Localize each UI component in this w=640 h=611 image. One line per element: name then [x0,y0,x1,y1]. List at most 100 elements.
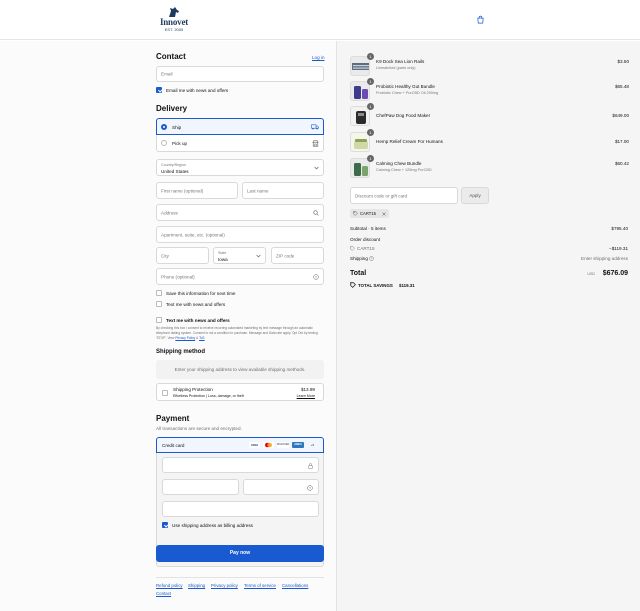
order-discount-label: Order discount [350,237,381,242]
item-price: $17.00 [614,139,629,144]
product-thumbnail [350,81,370,101]
shipping-value: Enter shipping address [581,256,628,261]
credit-card-option[interactable]: Credit card VISA DISCOVER AMEX +5 [156,437,324,453]
email-news-label: Email me with news and offers [166,87,229,93]
item-price: $65.48 [614,84,629,89]
amex-icon: AMEX [292,442,304,448]
apartment-input[interactable]: Apartment, suite, etc. (optional) [156,226,324,243]
card-number-input[interactable] [162,457,319,473]
item-variant: Unmatched (parts only) [376,66,416,70]
footer-refund-policy[interactable]: Refund policy [156,583,183,588]
privacy-policy-link[interactable]: Privacy Policy [175,336,195,340]
footer-cancellations[interactable]: Cancellations [282,583,308,588]
shipping-protection-price: $13.99 [300,387,315,392]
help-circle-icon[interactable]: ? [369,256,374,261]
checkout-form: Contact Log in Email Email me with news … [0,41,336,611]
shipping-protection-subtitle: Effortless Protection | Loss, damage, or… [173,394,244,398]
item-name: ChefPaw Dog Food Maker [376,113,431,118]
card-cvv-input[interactable]: ? [243,479,319,495]
item-price: $3.50 [617,59,630,64]
footer-privacy-policy[interactable]: Privacy policy [211,583,238,588]
pay-now-button[interactable]: Pay now [156,545,324,562]
sms-legal-line-3: 'STOP'. View Privacy Policy & ToS [156,336,205,340]
total-savings-label: TOTAL SAVINGS [358,283,393,288]
pickup-radio[interactable] [161,140,167,146]
delivery-title: Delivery [156,104,188,113]
help-circle-icon[interactable]: ? [307,484,313,491]
sms-legal-line-2: telephone dialing system. Consent is not… [156,331,318,335]
state-select[interactable]: State Iowa [213,247,266,264]
footer-shipping[interactable]: Shipping [188,583,205,588]
text-news-label: Text me with news and offers [166,301,226,307]
total-label: Total [350,270,367,277]
card-expiry-input[interactable] [162,479,239,495]
city-input[interactable]: City [156,247,209,264]
quantity-badge: 1 [367,103,374,110]
save-info-checkbox[interactable] [156,290,162,296]
card-name-input[interactable] [162,501,319,517]
quantity-badge: 1 [367,129,374,136]
lock-icon [308,462,313,469]
line-item: 1 Hemp Relief Cream For Humans $17.00 [337,129,640,154]
tag-icon [350,282,356,288]
discount-code-label: CART15 [357,246,375,251]
subtotal-value: $795.40 [611,226,628,231]
close-icon[interactable] [382,211,386,216]
pickup-option[interactable]: Pick up [156,135,324,152]
zip-input[interactable]: ZIP code [271,247,324,264]
phone-input[interactable]: Phone (optional) ? [156,268,324,285]
login-link[interactable]: Log in [312,55,325,60]
line-item: 1 ChefPaw Dog Food Maker $649.00 [337,103,640,128]
address-input[interactable]: Address [156,204,324,221]
item-name: K9 Dock Sea Lion Rails [376,59,425,64]
shipping-protection-checkbox[interactable] [162,390,168,396]
ship-label: Ship [172,124,182,130]
tos-link[interactable]: ToS [199,336,205,340]
shipping-label: Shipping [350,256,368,261]
footer-contact[interactable]: Contact [156,591,171,596]
help-circle-icon[interactable]: ? [313,274,319,280]
product-thumbnail [350,106,370,126]
learn-more-link[interactable]: Learn More [297,394,315,398]
first-name-input[interactable]: First name (optional) [156,182,238,199]
item-price: $60.42 [614,161,629,166]
save-info-label: Save this information for next time [166,290,236,296]
email-input[interactable]: Email [156,66,324,82]
quantity-badge: 1 [367,53,374,60]
brand-logo[interactable]: Innovet EST. 2005 [156,6,192,34]
search-icon [313,210,319,216]
payment-subtitle: All transactions are secure and encrypte… [156,426,242,431]
product-thumbnail [350,56,370,76]
billing-same-label: Use shipping address as billing address [172,522,253,528]
order-summary: 1 K9 Dock Sea Lion Rails Unmatched (part… [336,41,640,611]
line-item: 1 K9 Dock Sea Lion Rails Unmatched (part… [337,53,640,78]
email-news-checkbox[interactable] [156,87,162,93]
shipping-protection[interactable]: Shipping Protection Effortless Protectio… [156,383,324,401]
more-cards-badge: +5 [310,443,315,447]
subtotal-label: Subtotal · 5 items [350,226,386,231]
tag-icon [350,246,355,251]
total-savings-value: $119.31 [399,283,415,288]
visa-icon: VISA [249,442,260,448]
shipping-method-title: Shipping method [156,349,205,355]
item-name: Calming Chew Bundle [376,161,422,166]
shopping-bag-icon[interactable] [476,15,485,24]
credit-card-label: Credit card [162,443,185,448]
billing-same-checkbox[interactable] [162,522,168,528]
item-name: Hemp Relief Cream For Humans [376,139,443,144]
text-news-checkbox[interactable] [156,301,162,307]
line-item: 1 Probiotic Healthy Gut Bundle Probiotic… [337,78,640,103]
ship-radio[interactable] [161,124,167,130]
chevron-down-icon [256,254,261,258]
text-news-sms-checkbox[interactable] [156,317,162,323]
truck-icon [311,124,319,130]
ship-option[interactable]: Ship [156,118,324,135]
payment-title: Payment [156,414,190,423]
header: Innovet EST. 2005 [0,0,640,40]
discount-code-input[interactable]: Discount code or gift card [350,187,458,204]
apply-discount-button[interactable]: Apply [461,187,489,204]
pickup-label: Pick up [172,140,188,146]
country-select[interactable]: Country/Region United States [156,159,324,176]
last-name-input[interactable]: Last name [242,182,324,199]
footer-terms-of-service[interactable]: Terms of service [244,583,276,588]
